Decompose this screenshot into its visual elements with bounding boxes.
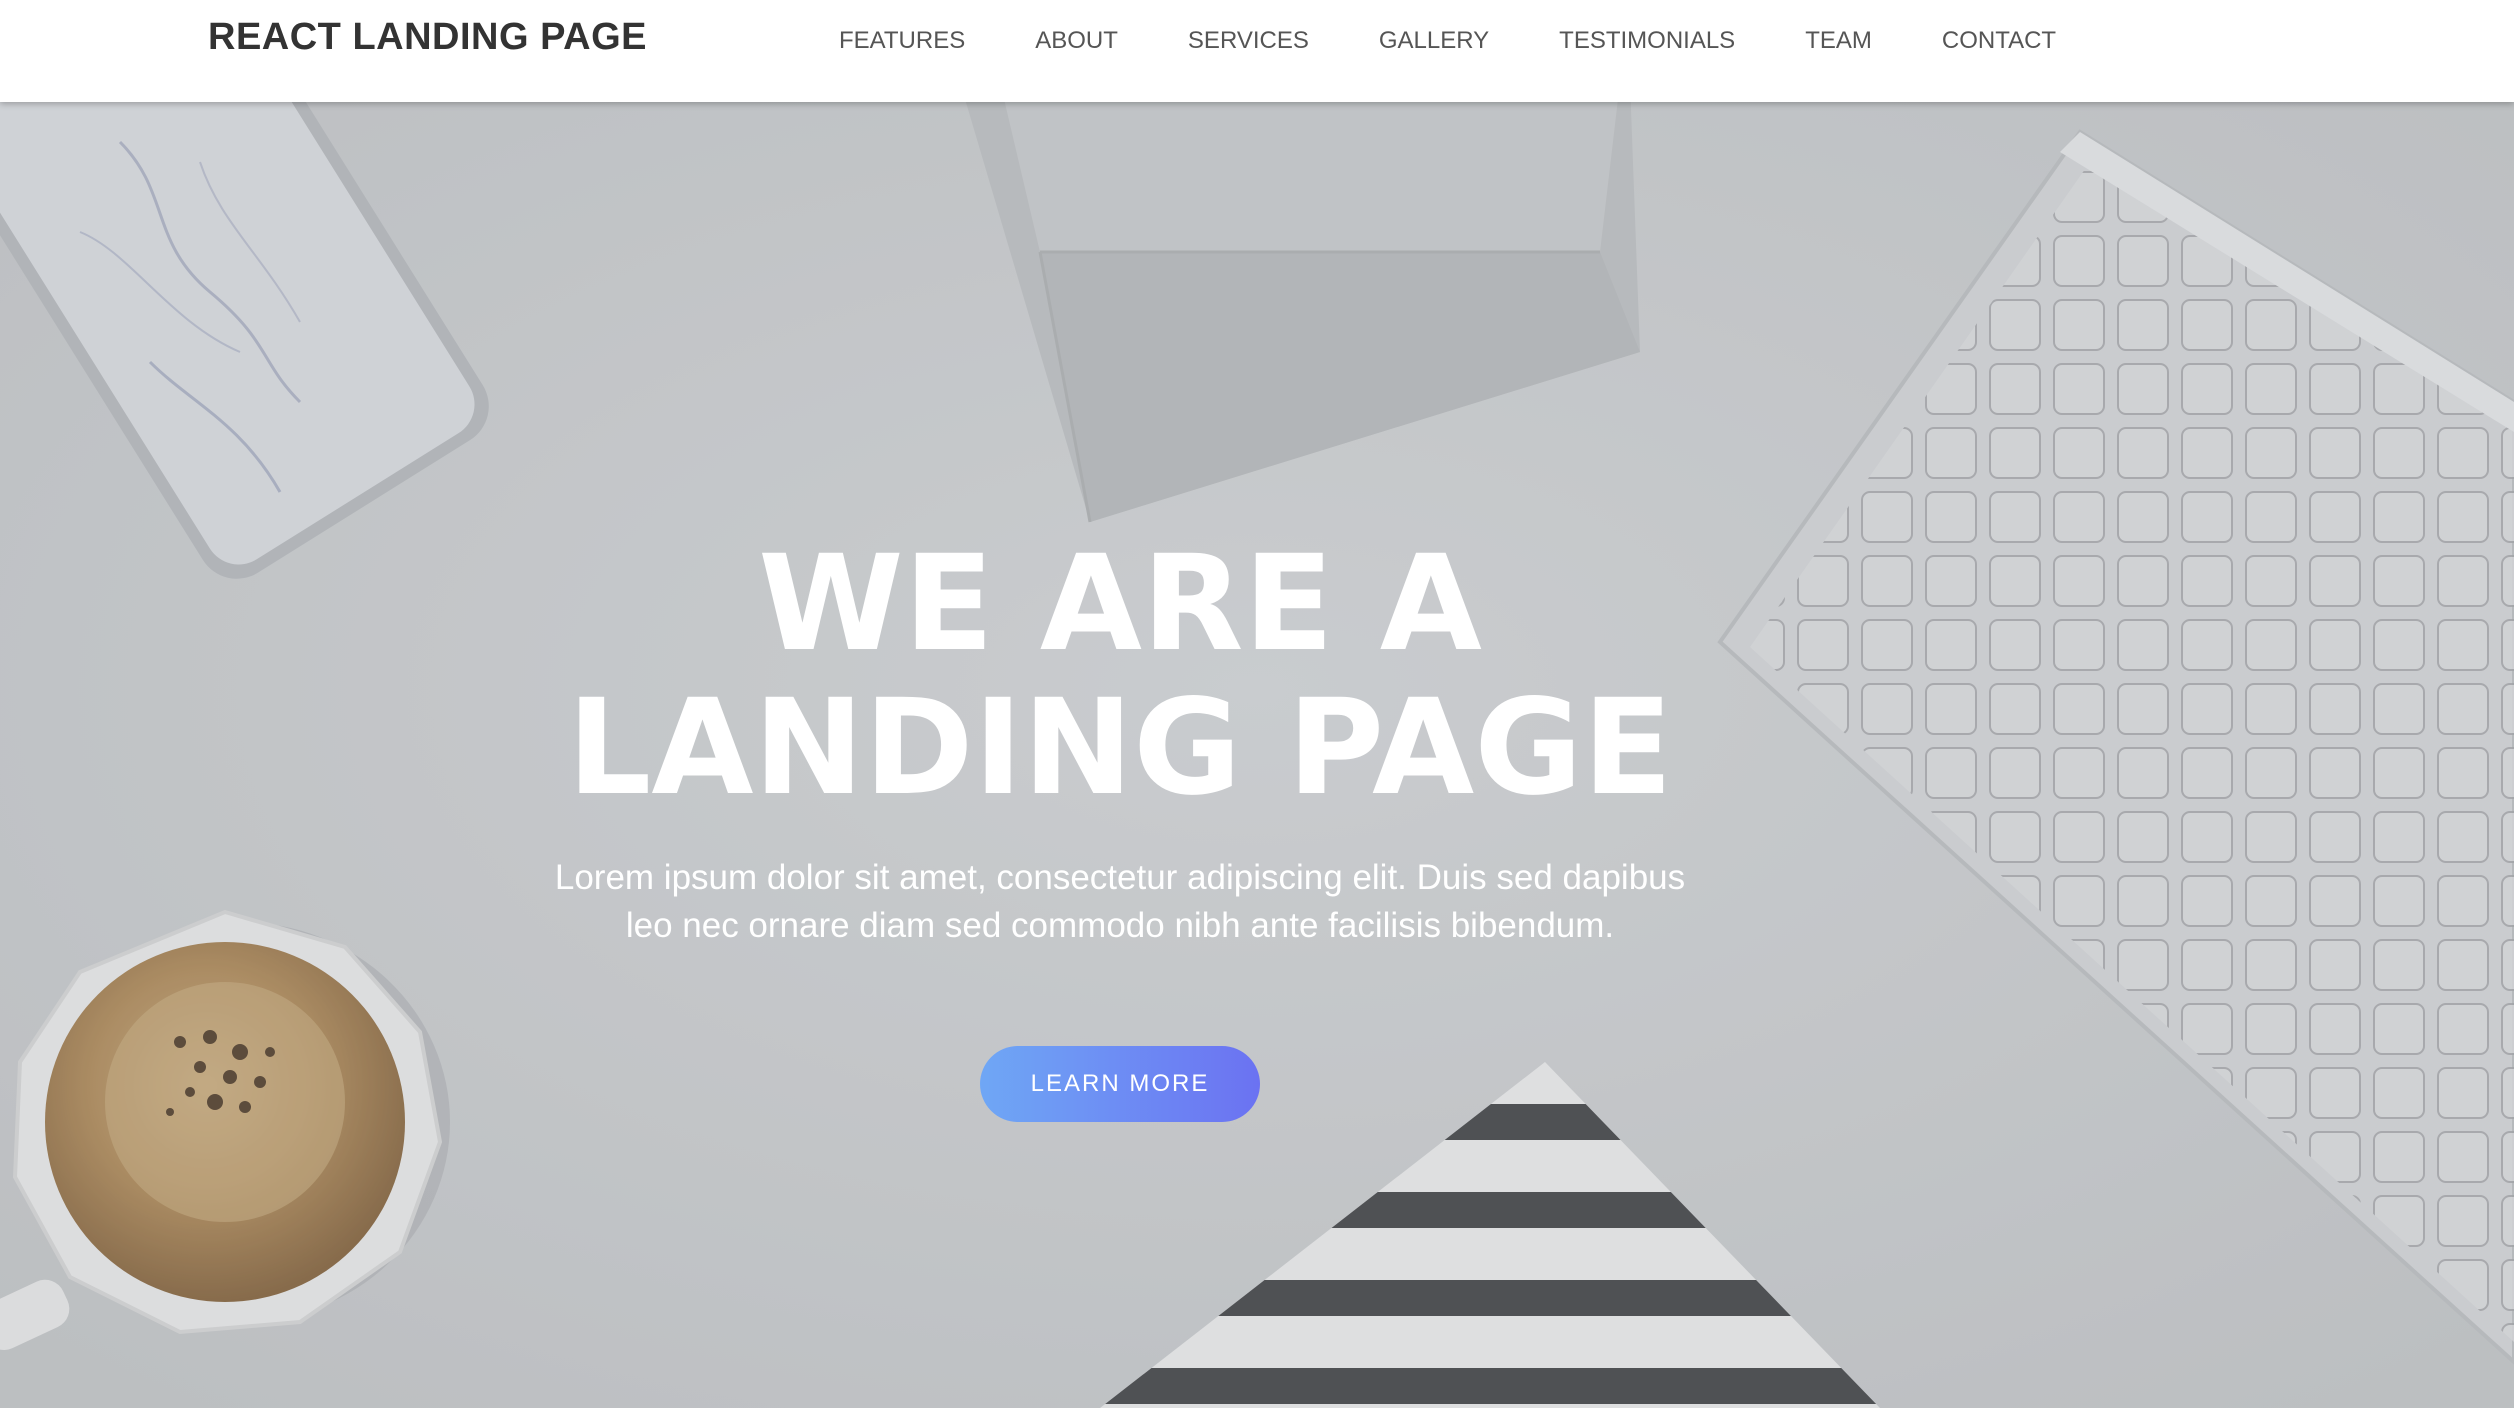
learn-more-button[interactable]: LEARN MORE — [980, 1046, 1260, 1122]
hero-paragraph: Lorem ipsum dolor sit amet, consectetur … — [554, 858, 1686, 945]
nav-link-about[interactable]: ABOUT — [1035, 26, 1118, 56]
nav-item-gallery: GALLERY — [1379, 26, 1559, 56]
nav-link-testimonials[interactable]: TESTIMONIALS — [1559, 26, 1735, 56]
nav-link-team[interactable]: TEAM — [1805, 26, 1872, 56]
hero-content: WE ARE A LANDING PAGE Lorem ipsum dolor … — [0, 532, 2240, 1122]
nav-item-about: ABOUT — [1035, 26, 1188, 56]
nav-link-features[interactable]: FEATURES — [839, 26, 965, 56]
hero-title-line-1: WE ARE A — [758, 527, 1482, 681]
nav-item-services: SERVICES — [1188, 26, 1379, 56]
hero-section: WE ARE A LANDING PAGE Lorem ipsum dolor … — [0, 102, 2514, 1408]
nav-item-contact: CONTACT — [1942, 26, 2056, 56]
nav-menu: FEATURES ABOUT SERVICES GALLERY TESTIMON… — [839, 26, 2056, 56]
nav-item-team: TEAM — [1805, 26, 1942, 56]
hero-title: WE ARE A LANDING PAGE — [0, 532, 2240, 820]
nav-link-gallery[interactable]: GALLERY — [1379, 26, 1489, 56]
nav-item-features: FEATURES — [839, 26, 1035, 56]
navbar: REACT LANDING PAGE FEATURES ABOUT SERVIC… — [0, 0, 2514, 102]
nav-link-services[interactable]: SERVICES — [1188, 26, 1309, 56]
nav-item-testimonials: TESTIMONIALS — [1559, 26, 1805, 56]
nav-link-contact[interactable]: CONTACT — [1942, 26, 2056, 56]
hero-title-line-2: LANDING PAGE — [567, 671, 1673, 825]
brand-logo-link[interactable]: REACT LANDING PAGE — [208, 16, 647, 59]
